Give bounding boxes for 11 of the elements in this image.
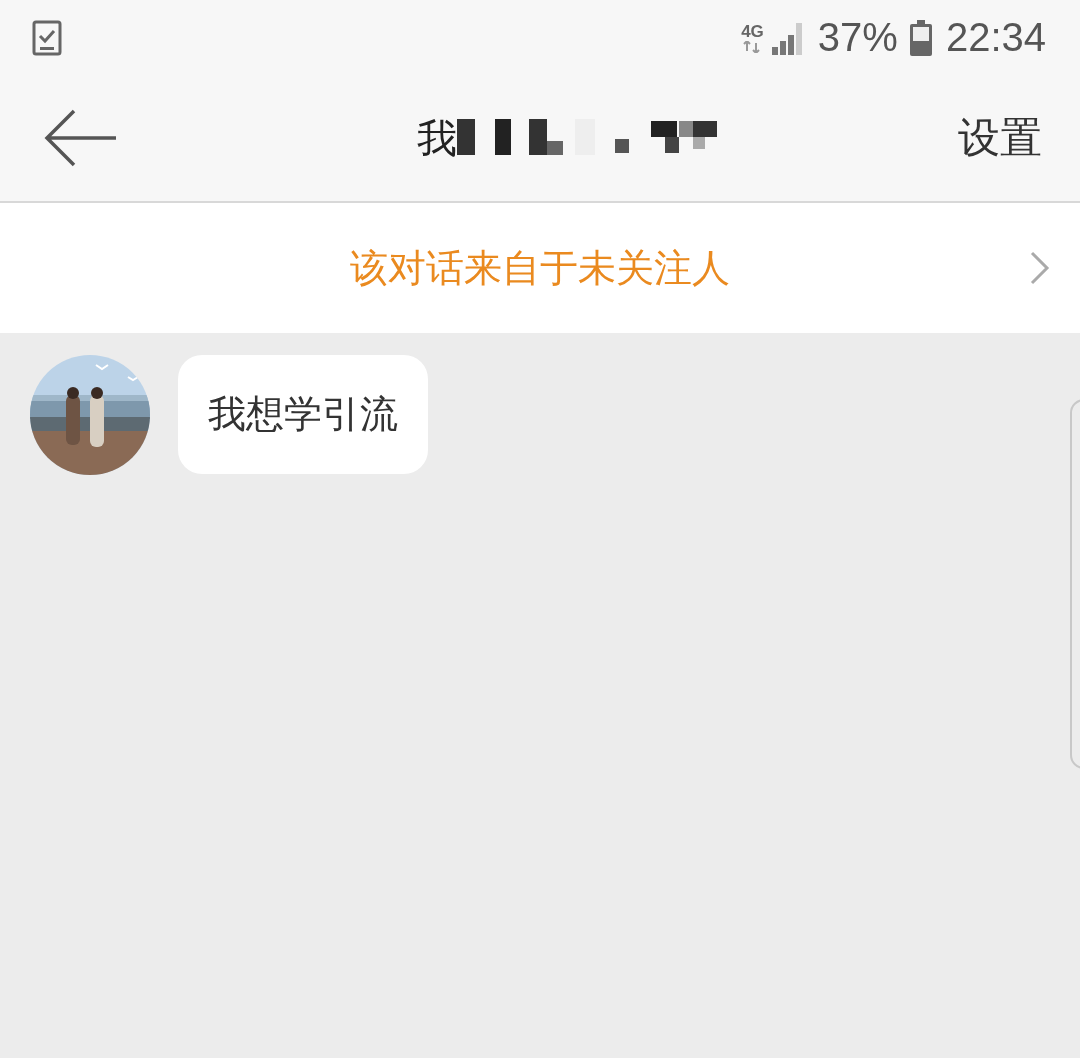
battery-icon [909, 19, 932, 56]
message-bubble: 我想学引流 [178, 355, 428, 474]
back-arrow-icon[interactable] [44, 109, 118, 167]
settings-button[interactable]: 设置 [958, 110, 1042, 166]
chat-title: 我 [417, 113, 457, 163]
clock: 22:34 [945, 15, 1046, 60]
battery-percent: 37% [817, 15, 898, 60]
chevron-right-icon [1030, 251, 1050, 285]
data-arrows-icon [742, 40, 763, 53]
clipboard-check-icon [32, 19, 62, 56]
network-type: 4G [741, 22, 764, 41]
